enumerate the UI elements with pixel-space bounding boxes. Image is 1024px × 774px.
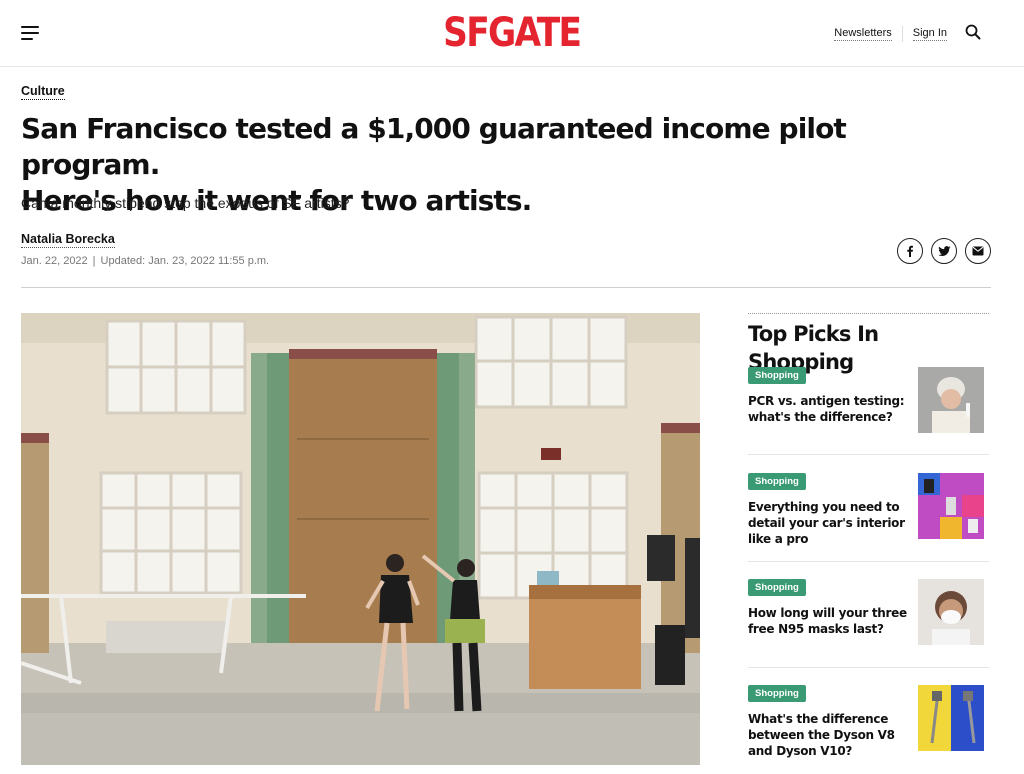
shopping-badge[interactable]: Shopping: [748, 473, 806, 490]
vacuum-thumbnail: [918, 685, 984, 751]
twitter-share-button[interactable]: [931, 238, 957, 264]
sign-in-link[interactable]: Sign In: [912, 27, 947, 41]
share-buttons: [897, 238, 991, 264]
search-icon[interactable]: [965, 24, 981, 40]
updated-date: Updated: Jan. 23, 2022 11:55 p.m.: [100, 255, 270, 267]
date-separator: |: [92, 255, 96, 267]
hero-photo[interactable]: [21, 313, 700, 765]
testing-thumbnail: [918, 367, 984, 433]
card-divider: [748, 561, 989, 562]
card-divider: [748, 454, 989, 455]
author-link[interactable]: Natalia Borecka: [21, 232, 115, 248]
header-divider: [21, 287, 991, 288]
shopping-card-car-detail[interactable]: Shopping Everything you need to detail y…: [748, 473, 989, 546]
shopping-badge[interactable]: Shopping: [748, 579, 806, 596]
facebook-share-button[interactable]: [897, 238, 923, 264]
card-title[interactable]: PCR vs. antigen testing: what's the diff…: [748, 393, 910, 425]
dance-studio-photo: [21, 313, 700, 765]
menu-icon[interactable]: [21, 25, 41, 41]
sidebar-rule: [748, 313, 989, 314]
car-products-thumbnail: [918, 473, 984, 539]
nav-divider: [901, 26, 903, 42]
card-title[interactable]: What's the difference between the Dyson …: [748, 711, 910, 759]
site-logo[interactable]: SFGATE: [443, 9, 582, 57]
email-share-button[interactable]: [965, 238, 991, 264]
site-header: SFGATE Newsletters Sign In: [0, 0, 1024, 67]
email-icon: [972, 246, 984, 256]
card-title[interactable]: How long will your three free N95 masks …: [748, 605, 910, 637]
twitter-icon: [937, 246, 950, 256]
shopping-badge[interactable]: Shopping: [748, 685, 806, 702]
headline-line-1: San Francisco tested a $1,000 guaranteed…: [21, 112, 847, 181]
shopping-card-pcr[interactable]: Shopping PCR vs. antigen testing: what's…: [748, 367, 989, 435]
newsletters-link[interactable]: Newsletters: [834, 27, 892, 41]
category-link[interactable]: Culture: [21, 84, 65, 100]
published-date: Jan. 22, 2022: [21, 255, 88, 267]
mask-thumbnail: [918, 579, 984, 645]
card-title[interactable]: Everything you need to detail your car's…: [748, 499, 910, 547]
article-dateline: Jan. 22, 2022 | Updated: Jan. 23, 2022 11:…: [21, 255, 269, 267]
shopping-card-dyson[interactable]: Shopping What's the difference between t…: [748, 685, 989, 758]
article-dek: Can a monthly stipend stop the exodus of…: [21, 195, 350, 211]
shopping-badge[interactable]: Shopping: [748, 367, 806, 384]
shopping-card-n95[interactable]: Shopping How long will your three free N…: [748, 579, 989, 647]
shopping-sidebar: Top Picks In Shopping Shopping PCR vs. a…: [748, 313, 989, 758]
facebook-icon: [907, 245, 913, 257]
card-divider: [748, 667, 989, 668]
